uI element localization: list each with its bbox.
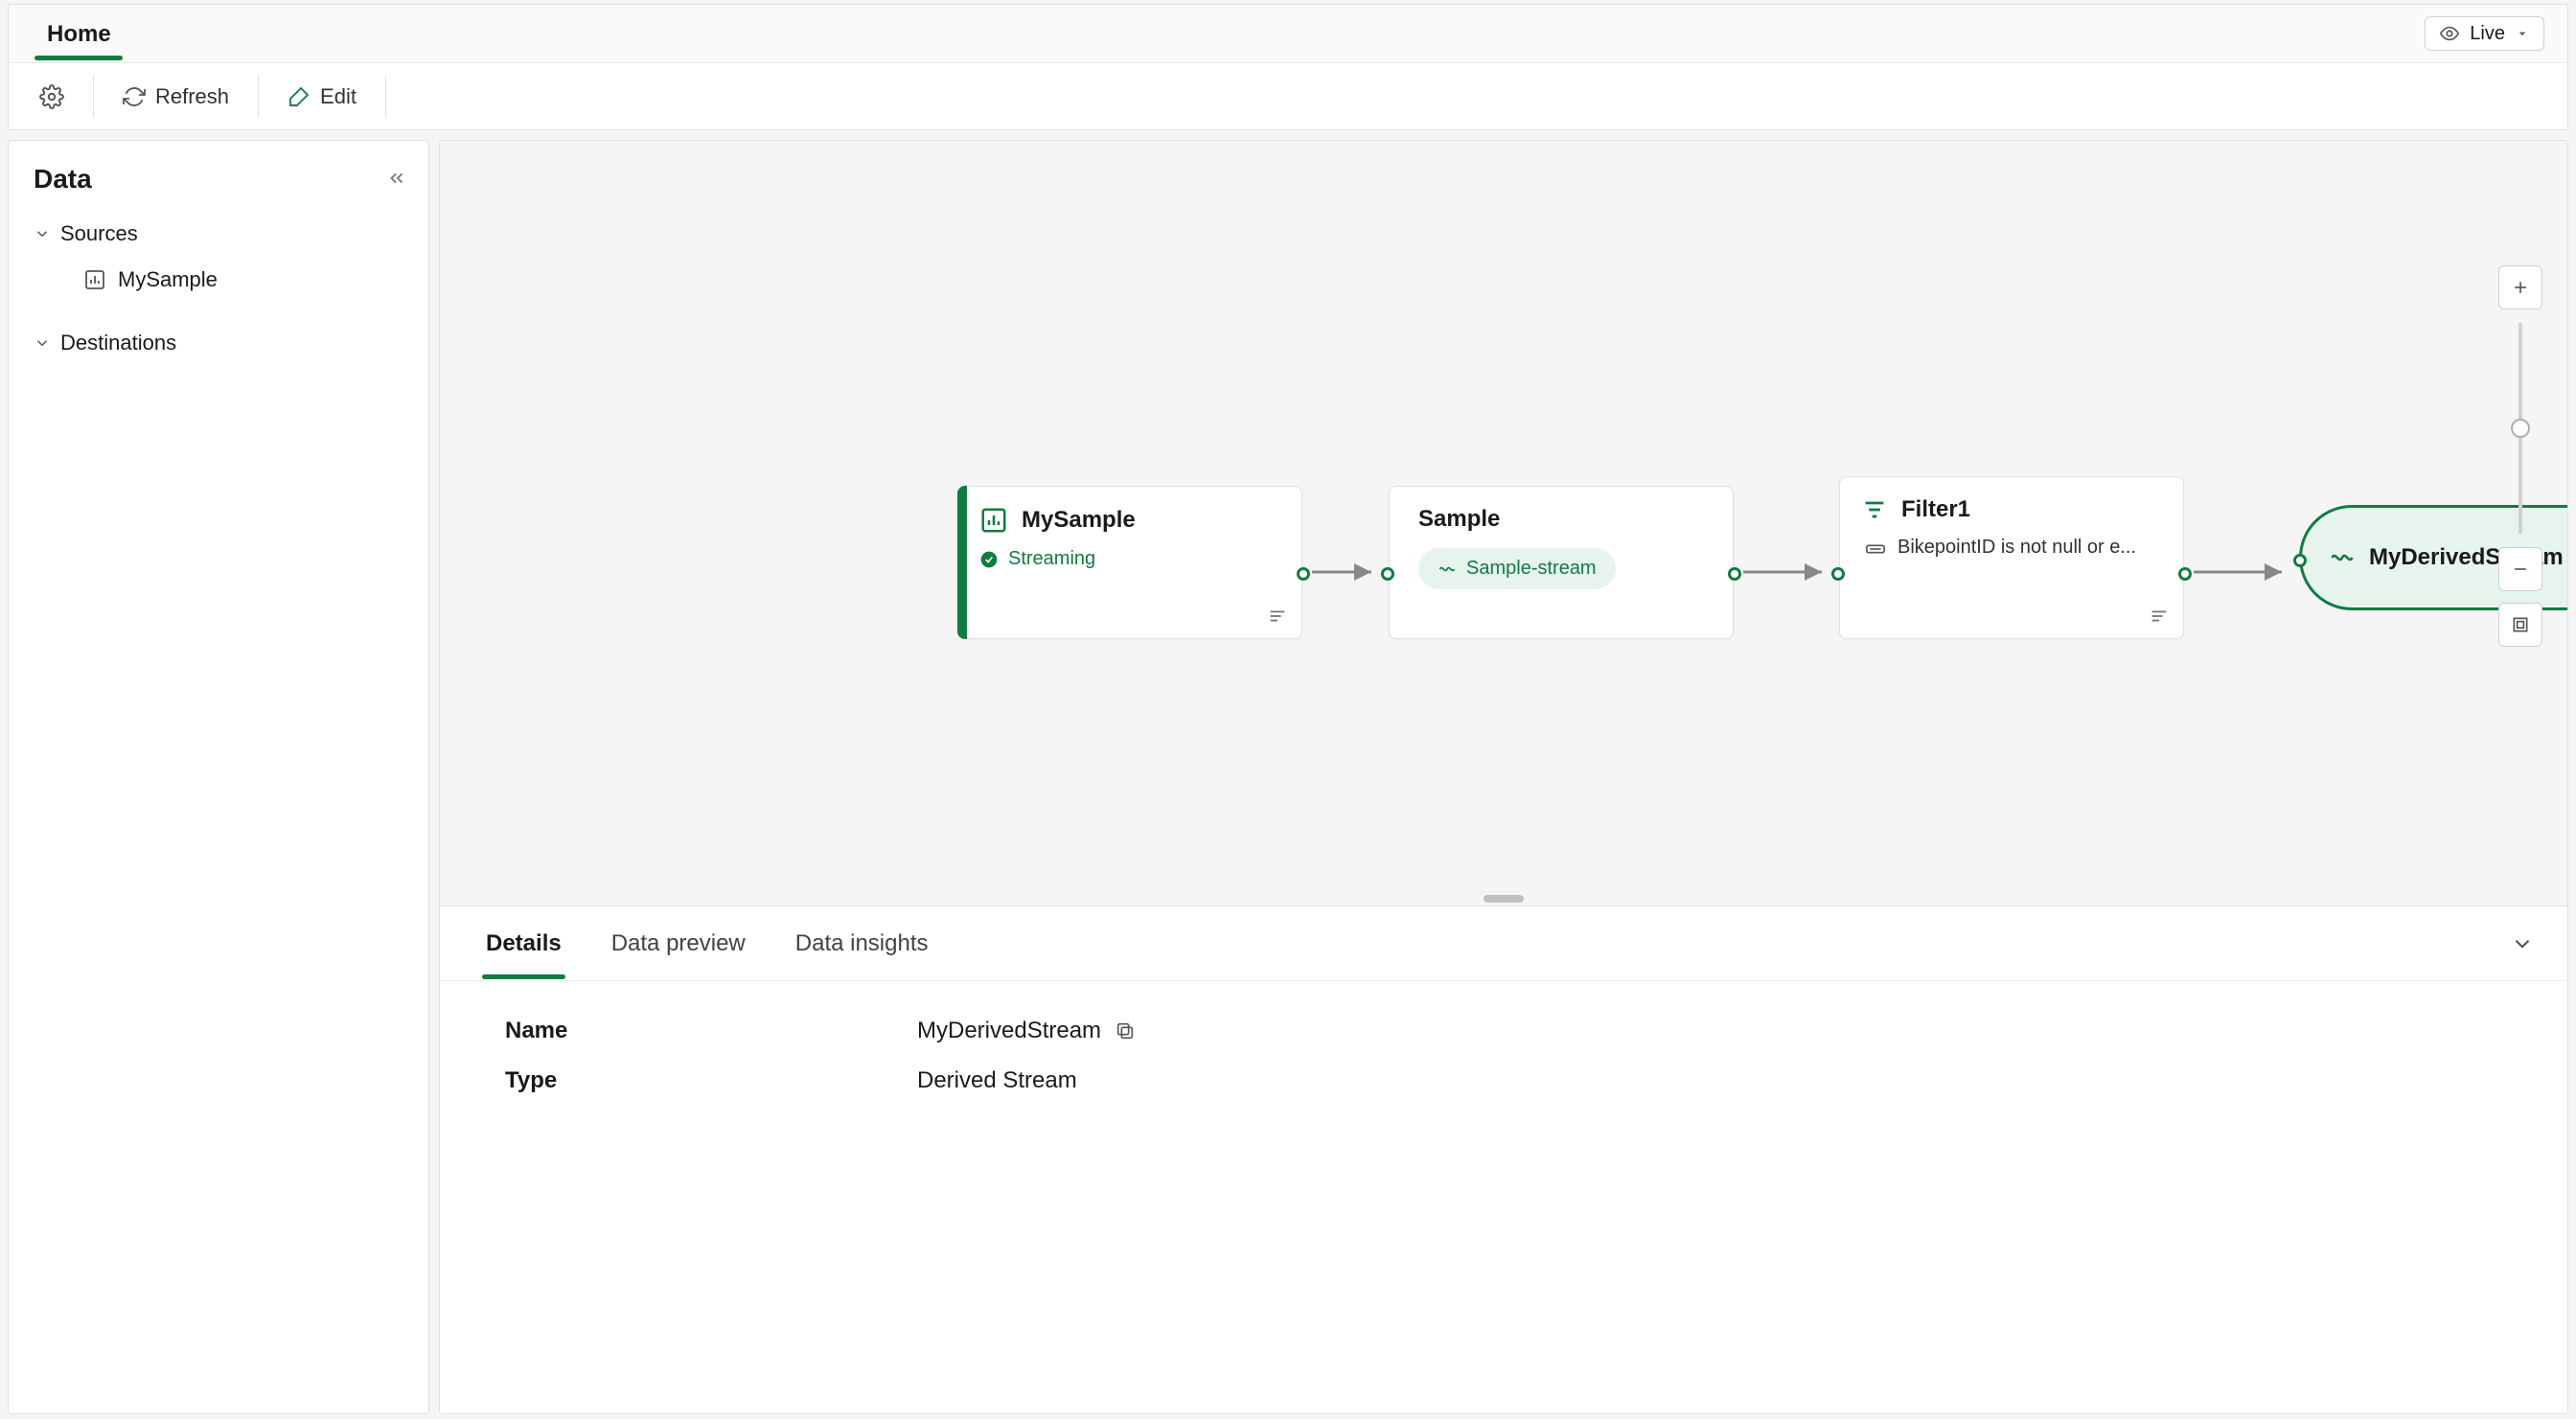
chart-icon (83, 268, 106, 291)
menu-icon (1267, 606, 1288, 627)
condition-icon (1865, 538, 1886, 560)
details-type-value: Derived Stream (917, 1067, 1077, 1094)
node-menu-button[interactable] (1267, 606, 1288, 627)
copy-icon (1115, 1020, 1136, 1041)
chip-label: Sample-stream (1466, 558, 1597, 580)
zoom-slider[interactable] (2518, 323, 2522, 534)
source-item-mysample[interactable]: MySample (24, 256, 413, 304)
zoom-thumb[interactable] (2511, 419, 2530, 438)
zoom-controls (2498, 265, 2542, 647)
sources-section[interactable]: Sources (24, 212, 413, 256)
output-port[interactable] (1297, 567, 1310, 581)
node-title: Sample (1418, 506, 1500, 533)
refresh-button[interactable]: Refresh (107, 75, 244, 119)
node-status: Streaming (1008, 548, 1095, 570)
input-port[interactable] (1831, 567, 1845, 581)
edit-button[interactable]: Edit (272, 75, 372, 119)
collapse-panel-button[interactable] (2510, 931, 2535, 956)
data-sidebar: Data Sources MySample Destinations (8, 140, 429, 1414)
source-item-label: MySample (118, 267, 218, 292)
separator (93, 76, 94, 118)
node-mysample[interactable]: MySample Streaming (957, 486, 1302, 639)
input-port[interactable] (2293, 554, 2307, 567)
edit-label: Edit (320, 84, 356, 109)
plus-icon (2511, 278, 2530, 297)
refresh-label: Refresh (155, 84, 229, 109)
destinations-section[interactable]: Destinations (24, 321, 413, 365)
edit-icon (288, 85, 310, 108)
details-type-label: Type (505, 1067, 917, 1094)
canvas-container: MySample Streaming Sample (439, 140, 2568, 1414)
refresh-icon (123, 85, 146, 108)
live-toggle[interactable]: Live (2425, 16, 2544, 51)
tab-details[interactable]: Details (482, 909, 565, 978)
node-menu-button[interactable] (2149, 606, 2170, 627)
zoom-in-button[interactable] (2498, 265, 2542, 309)
stream-chip[interactable]: Sample-stream (1418, 548, 1616, 589)
details-name-value: MyDerivedStream (917, 1018, 1101, 1044)
menu-icon (2149, 606, 2170, 627)
live-label: Live (2470, 23, 2505, 45)
node-sample[interactable]: Sample Sample-stream (1389, 486, 1734, 639)
panel-resize-handle[interactable] (440, 892, 2567, 905)
output-port[interactable] (2178, 567, 2192, 581)
ribbon: Home Live Refresh Edit (8, 4, 2568, 130)
filter-icon (1861, 496, 1888, 523)
copy-name-button[interactable] (1115, 1020, 1136, 1041)
chevron-down-icon (34, 225, 51, 242)
chevrons-left-icon (386, 168, 407, 189)
input-port[interactable] (1381, 567, 1394, 581)
filter-description: BikepointID is not null or e... (1898, 537, 2136, 559)
node-title: Filter1 (1901, 496, 1970, 523)
check-icon (979, 550, 999, 569)
chevron-down-icon (34, 334, 51, 352)
chart-icon (979, 506, 1008, 535)
destinations-label: Destinations (60, 331, 176, 355)
separator (385, 76, 386, 118)
fit-icon (2511, 615, 2530, 634)
details-panel: Details Data preview Data insights Name … (440, 905, 2567, 1413)
stream-icon (2329, 544, 2356, 571)
tab-data-insights[interactable]: Data insights (792, 909, 932, 978)
zoom-fit-button[interactable] (2498, 603, 2542, 647)
chevron-down-icon (2510, 931, 2535, 956)
settings-button[interactable] (24, 75, 80, 119)
minus-icon (2511, 560, 2530, 579)
gear-icon (39, 84, 64, 109)
zoom-out-button[interactable] (2498, 547, 2542, 591)
details-name-label: Name (505, 1018, 917, 1044)
sources-label: Sources (60, 221, 138, 246)
chevron-down-icon (2515, 26, 2530, 41)
separator (258, 76, 259, 118)
status-bar (957, 486, 967, 639)
eye-icon (2439, 23, 2460, 44)
node-filter1[interactable]: Filter1 BikepointID is not null or e... (1839, 476, 2184, 639)
pipeline-canvas[interactable]: MySample Streaming Sample (440, 141, 2567, 892)
sidebar-title: Data (34, 164, 403, 195)
ribbon-tab-home[interactable]: Home (24, 8, 134, 59)
node-title: MySample (1022, 507, 1136, 534)
collapse-sidebar-button[interactable] (386, 168, 407, 189)
output-port[interactable] (1728, 567, 1741, 581)
stream-icon (1438, 560, 1457, 579)
tab-data-preview[interactable]: Data preview (608, 909, 749, 978)
